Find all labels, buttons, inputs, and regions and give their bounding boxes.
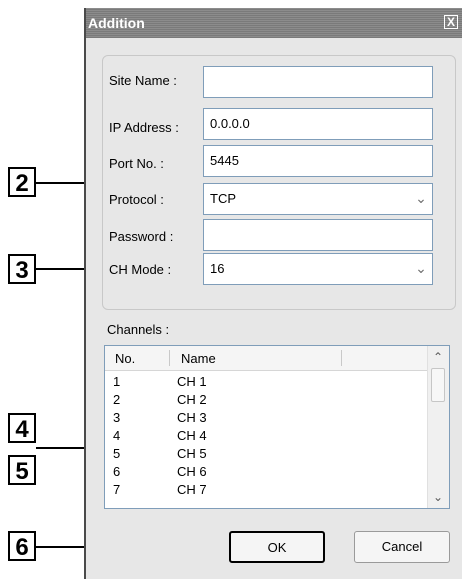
channel-name: CH 2 bbox=[177, 392, 207, 407]
scrollbar-thumb[interactable] bbox=[431, 368, 445, 402]
channel-list[interactable]: No. Name 1 CH 1 2 CH 2 3 CH 3 4 CH 4 5 C… bbox=[104, 345, 450, 509]
list-item[interactable]: 1 CH 1 bbox=[105, 374, 427, 390]
channel-no: 1 bbox=[113, 374, 121, 389]
dialog-titlebar[interactable]: Addition X bbox=[86, 8, 462, 38]
list-item[interactable]: 2 CH 2 bbox=[105, 392, 427, 408]
channels-label: Channels : bbox=[107, 322, 170, 337]
port-no-input[interactable]: 5445 bbox=[203, 145, 433, 177]
dialog-title: Addition bbox=[88, 15, 145, 31]
port-no-label: Port No. : bbox=[109, 156, 164, 171]
callout-5: 5 bbox=[8, 455, 36, 485]
list-item[interactable]: 3 CH 3 bbox=[105, 410, 427, 426]
protocol-select[interactable]: TCP ⌄ bbox=[203, 183, 433, 215]
channel-no: 3 bbox=[113, 410, 121, 425]
callout-4: 4 bbox=[8, 413, 36, 443]
cancel-button[interactable]: Cancel bbox=[354, 531, 450, 563]
channel-name: CH 6 bbox=[177, 464, 207, 479]
channel-no: 2 bbox=[113, 392, 121, 407]
column-header-no[interactable]: No. bbox=[115, 351, 135, 366]
chevron-down-icon[interactable]: ⌄ bbox=[412, 186, 430, 212]
channel-name: CH 5 bbox=[177, 446, 207, 461]
channel-name: CH 7 bbox=[177, 482, 207, 497]
list-item[interactable]: 6 CH 6 bbox=[105, 464, 427, 480]
ip-address-input[interactable]: 0.0.0.0 bbox=[203, 108, 433, 140]
channel-no: 6 bbox=[113, 464, 121, 479]
channel-name: CH 3 bbox=[177, 410, 207, 425]
channel-no: 7 bbox=[113, 482, 121, 497]
list-item[interactable]: 4 CH 4 bbox=[105, 428, 427, 444]
arrow-up-icon[interactable]: ⌃ bbox=[430, 349, 446, 365]
protocol-value: TCP bbox=[210, 191, 236, 206]
callout-6: 6 bbox=[8, 531, 36, 561]
ch-mode-value: 16 bbox=[210, 261, 225, 276]
channel-list-scrollbar[interactable]: ⌃ ⌄ bbox=[427, 346, 449, 508]
channel-name: CH 4 bbox=[177, 428, 207, 443]
arrow-down-icon[interactable]: ⌄ bbox=[430, 489, 446, 505]
protocol-label: Protocol : bbox=[109, 192, 164, 207]
site-name-input[interactable] bbox=[203, 66, 433, 98]
callout-3: 3 bbox=[8, 254, 36, 284]
password-label: Password : bbox=[109, 229, 174, 244]
ip-address-label: IP Address : bbox=[109, 120, 179, 135]
channel-list-header: No. Name bbox=[105, 346, 427, 371]
password-input[interactable] bbox=[203, 219, 433, 251]
close-icon[interactable]: X bbox=[444, 15, 458, 29]
column-header-name[interactable]: Name bbox=[181, 351, 216, 366]
chevron-down-icon[interactable]: ⌄ bbox=[412, 256, 430, 282]
callout-2: 2 bbox=[8, 167, 36, 197]
list-item[interactable]: 5 CH 5 bbox=[105, 446, 427, 462]
channel-name: CH 1 bbox=[177, 374, 207, 389]
channel-no: 4 bbox=[113, 428, 121, 443]
list-item[interactable]: 7 CH 7 bbox=[105, 482, 427, 498]
column-separator[interactable] bbox=[341, 350, 342, 366]
column-separator[interactable] bbox=[169, 350, 170, 366]
channel-no: 5 bbox=[113, 446, 121, 461]
ok-button[interactable]: OK bbox=[229, 531, 325, 563]
ch-mode-select[interactable]: 16 ⌄ bbox=[203, 253, 433, 285]
site-name-label: Site Name : bbox=[109, 73, 177, 88]
ch-mode-label: CH Mode : bbox=[109, 262, 172, 277]
